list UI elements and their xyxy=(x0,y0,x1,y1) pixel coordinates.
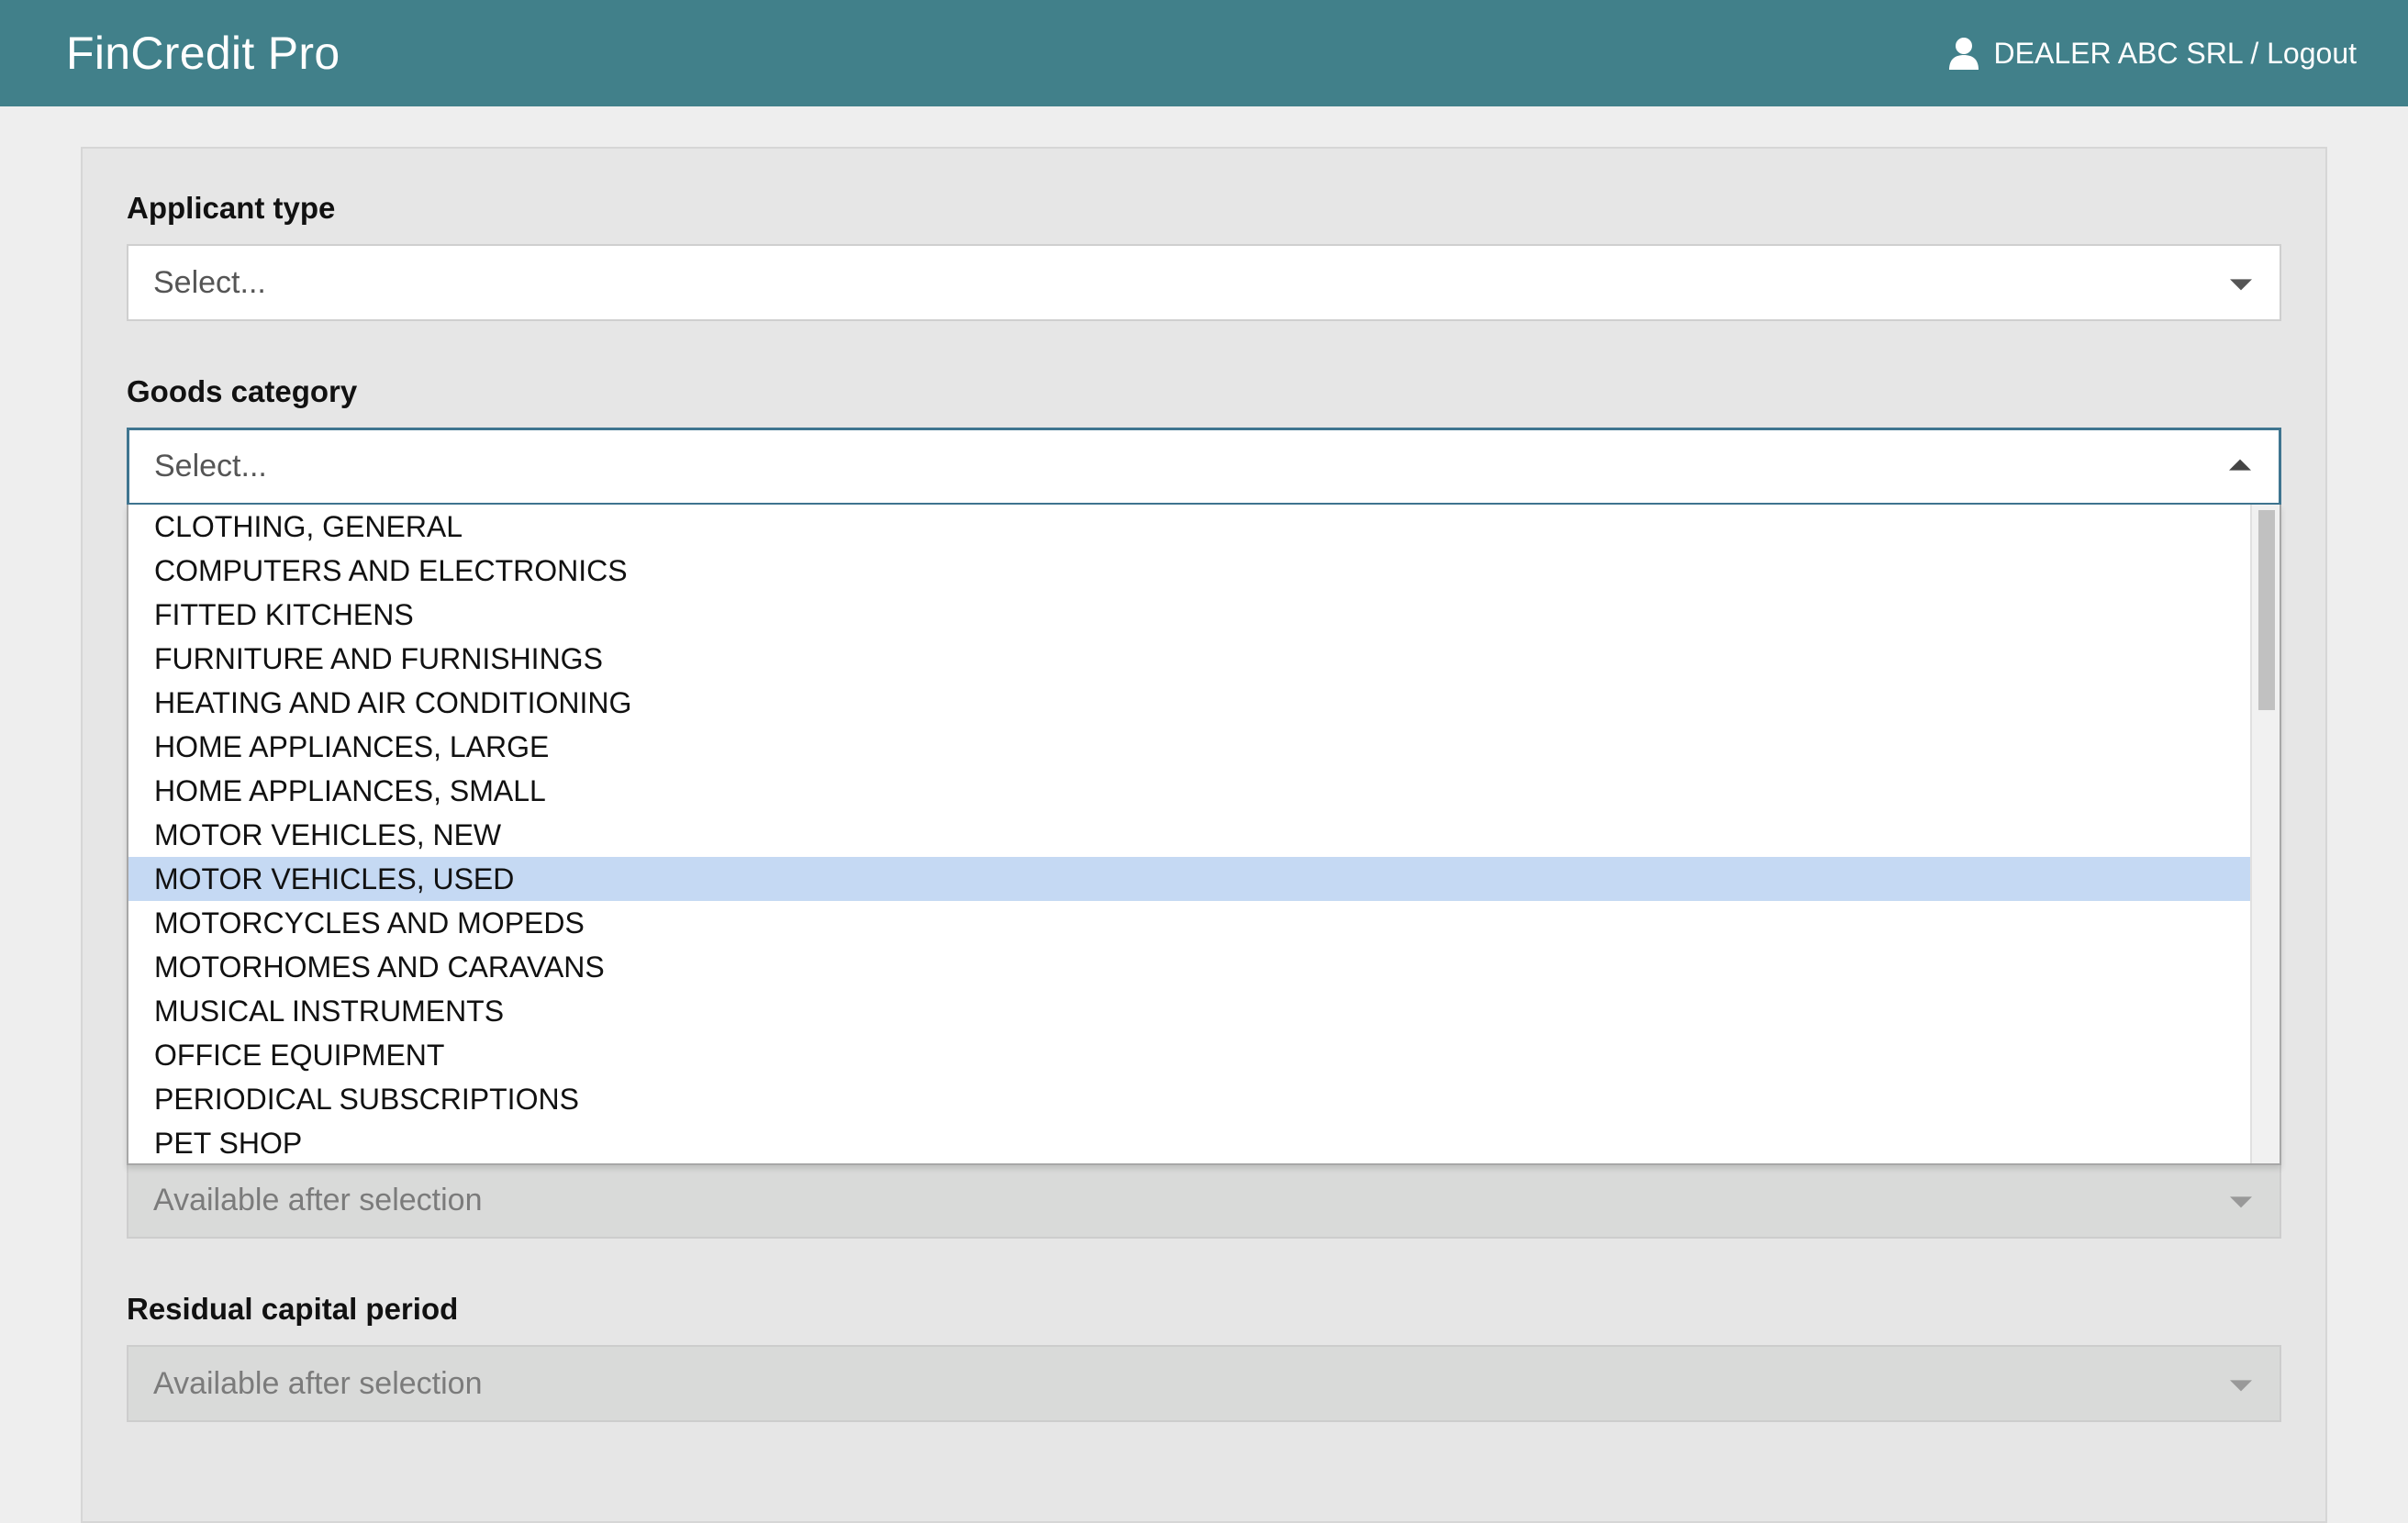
option-item[interactable]: COMPUTERS AND ELECTRONICS xyxy=(128,549,2254,593)
disabled-select-value: Available after selection xyxy=(153,1182,483,1217)
goods-category-select[interactable]: Select... xyxy=(127,428,2281,505)
chevron-down-icon xyxy=(2230,279,2252,291)
residual-capital-period-value: Available after selection xyxy=(153,1365,483,1401)
goods-category-value: Select... xyxy=(154,449,267,484)
option-item[interactable]: MOTORCYCLES AND MOPEDS xyxy=(128,901,2254,945)
option-item[interactable]: PET SHOP xyxy=(128,1121,2254,1163)
option-item[interactable]: HOME APPLIANCES, LARGE xyxy=(128,725,2254,769)
disabled-select: Available after selection xyxy=(127,1162,2281,1239)
dropdown-scrollbar[interactable] xyxy=(2250,505,2280,1163)
user-icon xyxy=(1948,38,1979,70)
chevron-down-icon xyxy=(2230,1196,2252,1208)
option-item[interactable]: MOTOR VEHICLES, NEW xyxy=(128,813,2254,857)
options-list: CLOTHING, GENERAL COMPUTERS AND ELECTRON… xyxy=(128,505,2254,1163)
scrollbar-thumb[interactable] xyxy=(2258,510,2275,710)
app-title: FinCredit Pro xyxy=(66,28,340,79)
residual-capital-period-select: Available after selection xyxy=(127,1345,2281,1422)
option-item[interactable]: OFFICE EQUIPMENT xyxy=(128,1033,2254,1077)
option-item[interactable]: HEATING AND AIR CONDITIONING xyxy=(128,681,2254,725)
option-item[interactable]: CLOTHING, GENERAL xyxy=(128,505,2254,549)
goods-category-label: Goods category xyxy=(127,374,358,408)
chevron-up-icon xyxy=(2229,459,2251,471)
goods-category-dropdown[interactable]: CLOTHING, GENERAL COMPUTERS AND ELECTRON… xyxy=(127,505,2281,1165)
applicant-type-label: Applicant type xyxy=(127,191,336,225)
chevron-down-icon xyxy=(2230,1380,2252,1392)
option-item[interactable]: PERIODICAL SUBSCRIPTIONS xyxy=(128,1077,2254,1121)
top-bar: FinCredit Pro DEALER ABC SRL / Logout xyxy=(0,0,2408,106)
option-item[interactable]: FITTED KITCHENS xyxy=(128,593,2254,637)
option-item[interactable]: FURNITURE AND FURNISHINGS xyxy=(128,637,2254,681)
option-item[interactable]: MOTORHOMES AND CARAVANS xyxy=(128,945,2254,989)
residual-capital-period-label: Residual capital period xyxy=(127,1292,459,1326)
option-item[interactable]: HOME APPLIANCES, SMALL xyxy=(128,769,2254,813)
option-item-highlighted[interactable]: MOTOR VEHICLES, USED xyxy=(128,857,2254,901)
logout-link[interactable]: DEALER ABC SRL / Logout xyxy=(1994,37,2357,71)
option-item[interactable]: MUSICAL INSTRUMENTS xyxy=(128,989,2254,1033)
applicant-type-select[interactable]: Select... xyxy=(127,244,2281,321)
user-menu[interactable]: DEALER ABC SRL / Logout xyxy=(1948,37,2357,71)
applicant-type-value: Select... xyxy=(153,264,266,300)
